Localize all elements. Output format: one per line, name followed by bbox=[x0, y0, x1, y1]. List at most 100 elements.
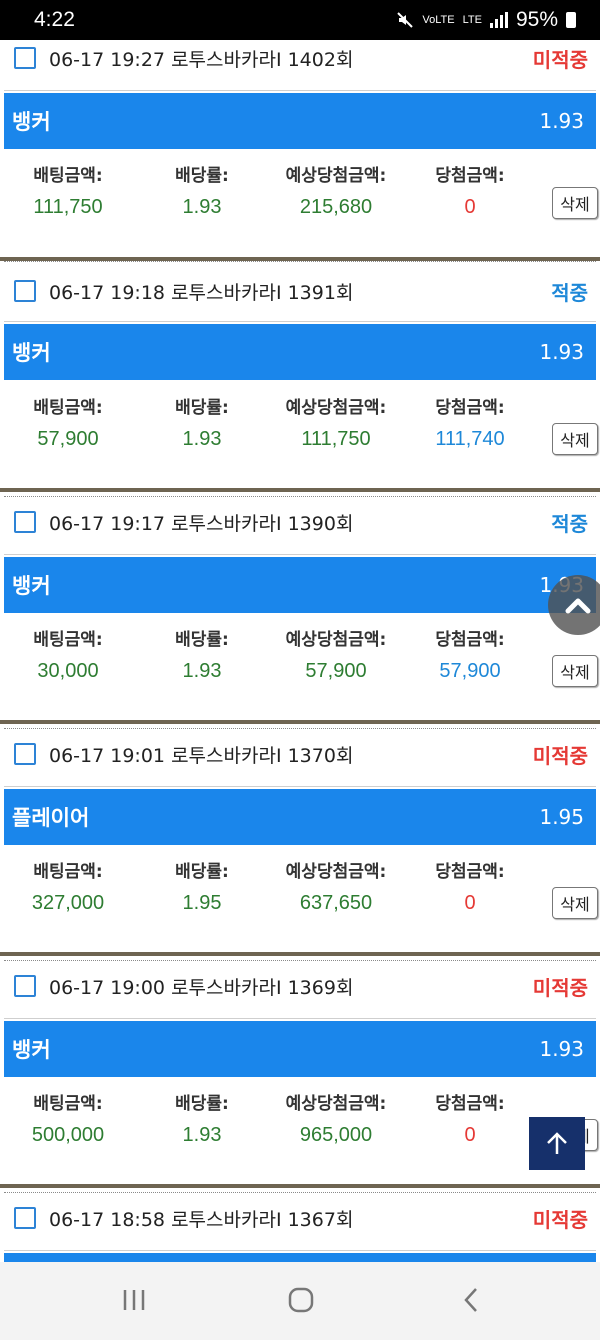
pick-bar bbox=[4, 1253, 596, 1262]
bet-amount-label: 배팅금액: bbox=[33, 630, 103, 650]
bet-amount-col: 배팅금액: 111,750 bbox=[22, 161, 114, 219]
delete-button[interactable]: 삭제 bbox=[552, 655, 598, 687]
win-amount-label: 당첨금액: bbox=[435, 862, 505, 882]
bet-odds: 1.95 bbox=[539, 805, 584, 829]
win-amount-col: 당첨금액: 0 bbox=[424, 1089, 516, 1147]
bet-amount-label: 배팅금액: bbox=[33, 1094, 103, 1114]
odds-rate-label: 배당률: bbox=[175, 398, 229, 418]
expected-win-value: 111,750 bbox=[301, 428, 371, 450]
odds-rate-label: 배당률: bbox=[175, 862, 229, 882]
odds-rate-label: 배당률: bbox=[175, 1094, 229, 1114]
win-amount-label: 당첨금액: bbox=[435, 398, 505, 418]
odds-rate-col: 배당률: 1.93 bbox=[160, 625, 244, 683]
bet-pick: 뱅커 bbox=[12, 1038, 51, 1062]
bet-checkbox[interactable] bbox=[14, 511, 36, 533]
win-amount-value: 0 bbox=[464, 1124, 476, 1146]
odds-rate-value: 1.93 bbox=[182, 196, 222, 218]
chevron-up-icon bbox=[565, 598, 591, 614]
expected-win-value: 215,680 bbox=[299, 196, 373, 218]
odds-rate-value: 1.93 bbox=[182, 428, 222, 450]
bet-history-list[interactable]: 06-17 19:27 로투스바카라I 1402회 미적중 뱅커 1.93 배팅… bbox=[0, 40, 600, 1262]
bet-status: 적중 bbox=[551, 280, 588, 305]
battery-level: 95% bbox=[515, 8, 558, 31]
bet-status: 미적중 bbox=[532, 743, 588, 768]
bet-checkbox[interactable] bbox=[14, 1207, 36, 1229]
bet-title: 06-17 19:00 로투스바카라I 1369회 bbox=[49, 976, 354, 999]
expected-win-label: 예상당첨금액: bbox=[285, 630, 387, 650]
bet-amount-col: 배팅금액: 327,000 bbox=[22, 857, 114, 915]
bet-amount-value: 500,000 bbox=[31, 1124, 105, 1146]
win-amount-col: 당첨금액: 111,740 bbox=[424, 393, 516, 451]
bet-pick: 뱅커 bbox=[12, 341, 51, 365]
home-icon[interactable] bbox=[287, 1286, 315, 1314]
bet-checkbox[interactable] bbox=[14, 280, 36, 302]
delete-button[interactable]: 삭제 bbox=[552, 887, 598, 919]
expected-win-value: 965,000 bbox=[299, 1124, 373, 1146]
bet-card-header: 06-17 19:00 로투스바카라I 1369회 미적중 bbox=[0, 956, 600, 1016]
bet-card-header: 06-17 18:58 로투스바카라I 1367회 미적중 bbox=[0, 1188, 600, 1248]
bet-card-header: 06-17 19:17 로투스바카라I 1390회 적중 bbox=[0, 492, 600, 552]
expected-win-value: 637,650 bbox=[299, 892, 373, 914]
status-time: 4:22 bbox=[34, 8, 75, 31]
bet-title: 06-17 18:58 로투스바카라I 1367회 bbox=[49, 1208, 354, 1231]
odds-rate-col: 배당률: 1.93 bbox=[160, 1089, 244, 1147]
bet-odds: 1.93 bbox=[539, 340, 584, 364]
bet-card: 06-17 19:00 로투스바카라I 1369회 미적중 뱅커 1.93 배팅… bbox=[0, 956, 600, 1193]
pick-bar: 뱅커 1.93 bbox=[4, 557, 596, 613]
bet-card: 06-17 19:18 로투스바카라I 1391회 적중 뱅커 1.93 배팅금… bbox=[0, 261, 600, 497]
odds-rate-label: 배당률: bbox=[175, 166, 229, 186]
win-amount-col: 당첨금액: 0 bbox=[424, 857, 516, 915]
bet-stats: 배팅금액: 30,000 배당률: 1.93 예상당첨금액: 57,900 당첨… bbox=[0, 625, 600, 701]
bet-title: 06-17 19:27 로투스바카라I 1402회 bbox=[49, 48, 354, 71]
bet-checkbox[interactable] bbox=[14, 975, 36, 997]
win-amount-col: 당첨금액: 0 bbox=[424, 161, 516, 219]
battery-icon bbox=[566, 12, 576, 28]
win-amount-value: 0 bbox=[464, 892, 476, 914]
bet-checkbox[interactable] bbox=[14, 47, 36, 69]
odds-rate-value: 1.93 bbox=[182, 660, 222, 682]
bet-title: 06-17 19:01 로투스바카라I 1370회 bbox=[49, 744, 354, 767]
bet-pick: 뱅커 bbox=[12, 110, 51, 134]
mute-icon bbox=[397, 12, 414, 28]
bet-amount-col: 배팅금액: 30,000 bbox=[22, 625, 114, 683]
bet-amount-col: 배팅금액: 500,000 bbox=[22, 1089, 114, 1147]
win-amount-label: 당첨금액: bbox=[435, 1094, 505, 1114]
recents-icon[interactable] bbox=[120, 1286, 148, 1314]
bet-amount-value: 111,750 bbox=[33, 196, 103, 218]
scroll-up-handle[interactable] bbox=[548, 575, 600, 635]
win-amount-value: 111,740 bbox=[435, 428, 505, 450]
bet-pick: 플레이어 bbox=[12, 806, 90, 830]
bet-card-header: 06-17 19:27 로투스바카라I 1402회 미적중 bbox=[0, 40, 600, 88]
back-icon[interactable] bbox=[458, 1286, 486, 1314]
win-amount-col: 당첨금액: 57,900 bbox=[424, 625, 516, 683]
bet-odds: 1.93 bbox=[539, 1037, 584, 1061]
bet-amount-label: 배팅금액: bbox=[33, 398, 103, 418]
network-label: LTE bbox=[462, 13, 482, 26]
back-to-top-button[interactable] bbox=[529, 1117, 585, 1170]
expected-win-label: 예상당첨금액: bbox=[285, 862, 387, 882]
bet-card: 06-17 18:58 로투스바카라I 1367회 미적중 bbox=[0, 1188, 600, 1262]
bet-amount-col: 배팅금액: 57,900 bbox=[22, 393, 114, 451]
delete-button[interactable]: 삭제 bbox=[552, 423, 598, 455]
bet-amount-value: 30,000 bbox=[37, 660, 99, 682]
bet-amount-value: 327,000 bbox=[31, 892, 105, 914]
expected-win-col: 예상당첨금액: 111,750 bbox=[272, 393, 400, 451]
expected-win-label: 예상당첨금액: bbox=[285, 166, 387, 186]
bet-title: 06-17 19:18 로투스바카라I 1391회 bbox=[49, 281, 354, 304]
bet-card-header: 06-17 19:18 로투스바카라I 1391회 적중 bbox=[0, 261, 600, 321]
bet-card: 06-17 19:27 로투스바카라I 1402회 미적중 뱅커 1.93 배팅… bbox=[0, 40, 600, 262]
win-amount-value: 57,900 bbox=[439, 660, 501, 682]
bet-amount-value: 57,900 bbox=[37, 428, 99, 450]
arrow-up-icon bbox=[547, 1131, 567, 1154]
bet-amount-label: 배팅금액: bbox=[33, 862, 103, 882]
delete-button[interactable]: 삭제 bbox=[552, 187, 598, 219]
status-icons: VoLTE LTE 95% bbox=[396, 8, 576, 32]
pick-bar: 뱅커 1.93 bbox=[4, 324, 596, 380]
odds-rate-value: 1.93 bbox=[182, 1124, 222, 1146]
pick-bar: 플레이어 1.95 bbox=[4, 789, 596, 845]
bet-stats: 배팅금액: 500,000 배당률: 1.93 예상당첨금액: 965,000 … bbox=[0, 1089, 600, 1165]
odds-rate-label: 배당률: bbox=[175, 630, 229, 650]
bet-pick: 뱅커 bbox=[12, 574, 51, 598]
bet-checkbox[interactable] bbox=[14, 743, 36, 765]
status-bar: 4:22 VoLTE LTE 95% bbox=[0, 0, 600, 40]
